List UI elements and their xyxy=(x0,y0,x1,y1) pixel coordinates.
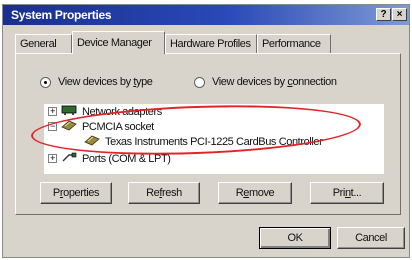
tree-item-ports[interactable]: + Ports (COM & LPT) xyxy=(48,151,171,166)
system-properties-window: System Properties ? × General Device Man… xyxy=(2,4,410,258)
ok-button[interactable]: OK xyxy=(259,227,331,249)
help-button[interactable]: ? xyxy=(376,8,391,21)
tree-item-network-adapters[interactable]: + Network adapters xyxy=(48,104,162,119)
view-by-connection-label: View devices by connection xyxy=(212,76,337,88)
pcmcia-socket-icon xyxy=(61,119,77,134)
expand-icon[interactable]: + xyxy=(48,107,57,116)
expand-icon[interactable]: + xyxy=(48,154,57,163)
cancel-button[interactable]: Cancel xyxy=(337,227,405,249)
pcmcia-device-icon xyxy=(84,134,100,149)
remove-button[interactable]: Remove xyxy=(218,182,292,204)
tab-device-manager[interactable]: Device Manager xyxy=(72,31,165,54)
window-title: System Properties xyxy=(11,8,112,22)
tree-item-pcmcia-socket[interactable]: − PCMCIA socket xyxy=(48,119,154,134)
tab-performance[interactable]: Performance xyxy=(257,34,331,53)
properties-button[interactable]: Properties xyxy=(40,182,112,204)
port-icon xyxy=(61,151,77,166)
view-by-type-label: View devices by type xyxy=(58,76,153,88)
view-by-connection-radio[interactable]: View devices by connection xyxy=(194,76,337,88)
collapse-icon[interactable]: − xyxy=(48,122,57,131)
tab-hardware-profiles[interactable]: Hardware Profiles xyxy=(165,34,257,53)
close-button[interactable]: × xyxy=(392,8,407,21)
tree-item-label: Network adapters xyxy=(82,105,162,118)
tree-item-cardbus-controller[interactable]: Texas Instruments PCI-1225 CardBus Contr… xyxy=(84,134,323,149)
view-by-type-radio[interactable]: View devices by type xyxy=(40,76,153,88)
refresh-button[interactable]: Refresh xyxy=(128,182,200,204)
tab-general[interactable]: General xyxy=(15,34,72,53)
radio-unselected-icon xyxy=(194,76,205,88)
radio-selected-icon xyxy=(40,76,51,88)
tree-item-label: Ports (COM & LPT) xyxy=(82,152,171,165)
device-manager-panel: View devices by type View devices by con… xyxy=(15,53,401,215)
tree-item-label: PCMCIA socket xyxy=(82,120,154,133)
device-tree[interactable]: + Network adapters − PCMCIA socket Texas… xyxy=(44,104,384,174)
title-bar[interactable]: System Properties ? × xyxy=(3,5,409,25)
tree-item-label: Texas Instruments PCI-1225 CardBus Contr… xyxy=(105,135,323,148)
print-button[interactable]: Print... xyxy=(310,182,384,204)
network-adapter-icon xyxy=(61,104,77,119)
